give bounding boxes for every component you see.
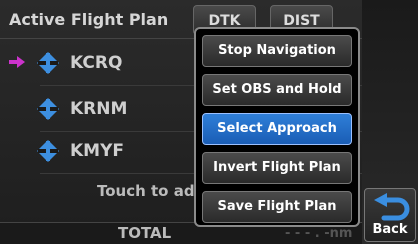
airport-waypoint-icon <box>37 52 59 74</box>
total-label: TOTAL <box>118 224 172 242</box>
waypoint-id: KMYF <box>70 141 125 161</box>
back-arrow-icon <box>374 193 410 221</box>
save-flight-plan-button[interactable]: Save Flight Plan <box>202 191 352 223</box>
back-label: Back <box>372 222 408 237</box>
select-approach-button[interactable]: Select Approach <box>202 113 352 145</box>
waypoint-id: KRNM <box>70 99 128 119</box>
waypoint-id: KCRQ <box>70 53 123 73</box>
invert-flight-plan-button[interactable]: Invert Flight Plan <box>202 152 352 184</box>
options-menu: Stop Navigation Set OBS and Hold Select … <box>194 27 360 227</box>
back-button[interactable]: Back <box>364 188 416 242</box>
stop-navigation-button[interactable]: Stop Navigation <box>202 35 352 67</box>
add-waypoint-button[interactable]: Touch to ad <box>97 182 195 200</box>
airport-waypoint-icon <box>37 98 59 120</box>
page-title: Active Flight Plan <box>9 10 169 29</box>
flight-plan-screen: Active Flight Plan DTK DIST KCRQ KRNM KM… <box>0 0 418 244</box>
set-obs-and-hold-button[interactable]: Set OBS and Hold <box>202 74 352 106</box>
active-leg-arrow-icon <box>9 56 25 68</box>
total-distance-value: - - - . -nm <box>285 226 353 241</box>
airport-waypoint-icon <box>37 140 59 162</box>
